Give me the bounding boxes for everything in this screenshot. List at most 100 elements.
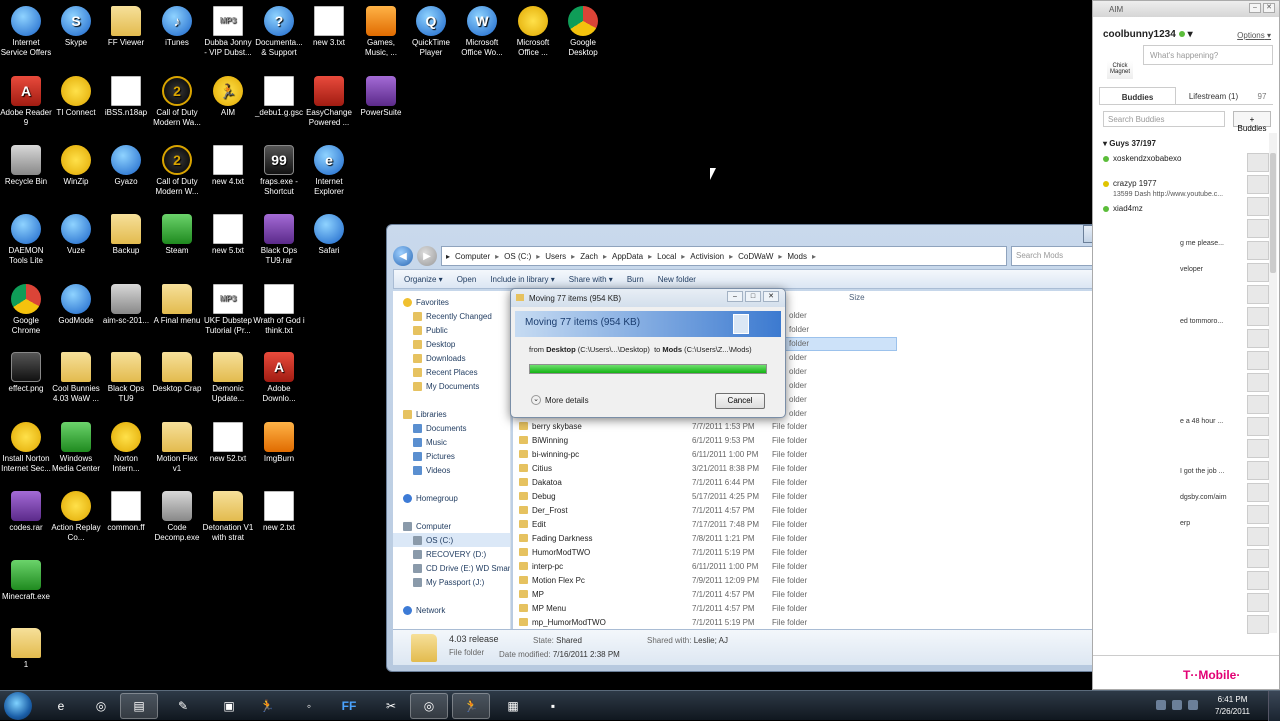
breadcrumb-item[interactable]: Local <box>657 252 676 261</box>
desktop-icon[interactable]: e Internet Explorer <box>303 145 355 197</box>
buddy-avatar-thumb[interactable] <box>1247 417 1269 436</box>
nav-drive[interactable]: OS (C:) <box>393 533 510 547</box>
file-row[interactable]: interp-pc 6/11/2011 1:00 PM File folder <box>513 559 1171 573</box>
nav-item[interactable]: Videos <box>393 463 510 477</box>
tab-lifestream[interactable]: Lifestream (1) <box>1176 87 1251 104</box>
fraps-taskbar-icon[interactable]: ▣ <box>210 693 248 719</box>
buddy-avatar-thumb[interactable] <box>1247 329 1269 348</box>
file-row[interactable]: Citius 3/21/2011 8:38 PM File folder <box>513 461 1171 475</box>
desktop-icon[interactable]: new 2.txt <box>253 491 305 533</box>
file-row[interactable]: Motion Flex Pc 7/9/2011 12:09 PM File fold… <box>513 573 1171 587</box>
desktop-icon[interactable]: new 3.txt <box>303 6 355 48</box>
status-input[interactable]: What's happening? <box>1143 45 1273 65</box>
aim-username[interactable]: coolbunny1234 ▾ <box>1103 29 1193 40</box>
file-row[interactable]: berry skybase 7/7/2011 1:53 PM File folder <box>513 419 1171 433</box>
nav-item[interactable]: Music <box>393 435 510 449</box>
ie-icon[interactable]: e <box>42 693 80 719</box>
desktop-icon[interactable]: A Final menu <box>151 284 203 326</box>
desktop-icon[interactable]: Desktop Crap <box>151 352 203 394</box>
address-bar[interactable]: ▸ Computer ▸ OS (C:) ▸ Users ▸ Zach ▸ AppData ▸ Loc… <box>441 246 1007 266</box>
desktop-icon[interactable]: new 5.txt <box>202 214 254 256</box>
desktop-icon[interactable]: Cool Bunnies 4.03 WaW ... <box>50 352 102 404</box>
safari-taskbar-icon[interactable]: ◎ <box>410 693 448 719</box>
buddy-avatar-thumb[interactable] <box>1247 197 1269 216</box>
desktop-icon[interactable]: Action Replay Co... <box>50 491 102 543</box>
nav-drive[interactable]: CD Drive (E:) WD Smar <box>393 561 510 575</box>
new-folder-button[interactable]: New folder <box>658 275 696 284</box>
aim-taskbar-icon[interactable]: 🏃 <box>248 693 286 719</box>
buddy-avatar-thumb[interactable] <box>1247 527 1269 546</box>
buddy-avatar-thumb[interactable] <box>1247 241 1269 260</box>
desktop-icon[interactable]: GodMode <box>50 284 102 326</box>
back-button[interactable]: ◀ <box>393 246 413 266</box>
more-details-toggle[interactable]: ⌄ More details <box>531 395 589 405</box>
safari-icon[interactable]: ◎ <box>82 693 120 719</box>
breadcrumb-separator-icon[interactable]: ▸ <box>603 252 607 261</box>
file-row[interactable]: HumorModTWO 7/1/2011 5:19 PM File folder <box>513 545 1171 559</box>
buddy-avatar-thumb[interactable] <box>1247 285 1269 304</box>
buddy-avatar-thumb[interactable] <box>1247 373 1269 392</box>
add-buddies-button[interactable]: + Buddies <box>1233 111 1271 133</box>
organize-button[interactable]: Organize ▾ <box>404 275 443 284</box>
app-taskbar-icon[interactable]: ◦ <box>290 693 328 719</box>
close-button[interactable]: ✕ <box>763 291 779 302</box>
breadcrumb-item[interactable]: CoDWaW <box>738 252 773 261</box>
desktop-icon[interactable]: 99 fraps.exe - Shortcut <box>253 145 305 197</box>
file-row[interactable]: BiWinning 6/1/2011 9:53 PM File folder <box>513 433 1171 447</box>
desktop-icon[interactable]: WinZip <box>50 145 102 187</box>
desktop-icon[interactable]: ImgBurn <box>253 422 305 464</box>
minimize-button[interactable]: – <box>1249 3 1261 13</box>
desktop-icon[interactable]: ♪ iTunes <box>151 6 203 48</box>
desktop-icon[interactable]: Vuze <box>50 214 102 256</box>
buddy-avatar-thumb[interactable] <box>1247 351 1269 370</box>
breadcrumb-separator-icon[interactable]: ▸ <box>681 252 685 261</box>
buddy-avatar-thumb[interactable] <box>1247 175 1269 194</box>
breadcrumb-item[interactable]: Mods <box>787 252 807 261</box>
nav-libraries[interactable]: Libraries <box>393 407 510 421</box>
buddy-list-scrollbar[interactable] <box>1269 133 1277 633</box>
desktop-icon[interactable]: S Skype <box>50 6 102 48</box>
buddy-avatar-thumb[interactable] <box>1247 571 1269 590</box>
buddy-avatar-thumb[interactable] <box>1247 483 1269 502</box>
options-menu[interactable]: Options ▾ <box>1237 31 1271 40</box>
desktop-icon[interactable]: Games, Music, ... <box>355 6 407 58</box>
nav-network[interactable]: Network <box>393 603 510 617</box>
avatar[interactable]: Chick Magnet <box>1107 49 1133 79</box>
desktop-icon[interactable]: Backup <box>100 214 152 256</box>
buddy-avatar-thumb[interactable] <box>1247 461 1269 480</box>
desktop-icon[interactable]: common.ff <box>100 491 152 533</box>
nav-item[interactable]: Documents <box>393 421 510 435</box>
desktop-icon[interactable]: Google Desktop <box>557 6 609 58</box>
breadcrumb-separator-icon[interactable]: ▸ <box>648 252 652 261</box>
breadcrumb-item[interactable]: AppData <box>612 252 643 261</box>
nav-item[interactable]: Recently Changed <box>393 309 510 323</box>
desktop-icon[interactable]: Google Chrome <box>0 284 52 336</box>
nav-favorites[interactable]: Favorites <box>393 295 510 309</box>
desktop-icon[interactable]: Motion Flex v1 <box>151 422 203 474</box>
breadcrumb-item[interactable]: OS (C:) <box>504 252 531 261</box>
desktop-icon[interactable]: Norton Intern... <box>100 422 152 474</box>
desktop-icon[interactable]: MP3 Dubba Jonny - VIP Dubst... <box>202 6 254 58</box>
desktop-icon[interactable]: _debu1.g.gsc <box>253 76 305 118</box>
desktop-icon[interactable]: PowerSuite <box>355 76 407 118</box>
buddy-avatar-thumb[interactable] <box>1247 593 1269 612</box>
desktop-icon[interactable]: Detonation V1 with strat <box>202 491 254 543</box>
buddy-item[interactable]: xoskendzxobabexo <box>1103 154 1182 163</box>
media-taskbar-icon[interactable]: ▦ <box>494 693 532 719</box>
breadcrumb-separator-icon[interactable]: ▸ <box>729 252 733 261</box>
file-row[interactable]: MP Menu 7/1/2011 4:57 PM File folder <box>513 601 1171 615</box>
desktop-icon[interactable]: Microsoft Office ... <box>507 6 559 58</box>
desktop-icon[interactable]: 1 <box>0 628 52 670</box>
nav-item[interactable]: Pictures <box>393 449 510 463</box>
breadcrumb-separator-icon[interactable]: ▸ <box>778 252 782 261</box>
desktop-icon[interactable]: DAEMON Tools Lite <box>0 214 52 266</box>
buddy-avatar-thumb[interactable] <box>1247 505 1269 524</box>
nav-drive[interactable]: My Passport (J:) <box>393 575 510 589</box>
buddy-avatar-thumb[interactable] <box>1247 395 1269 414</box>
tab-buddies[interactable]: Buddies <box>1099 87 1176 104</box>
nav-homegroup[interactable]: Homegroup <box>393 491 510 505</box>
desktop-icon[interactable]: 🏃 AIM <box>202 76 254 118</box>
desktop-icon[interactable]: Install Norton Internet Sec... <box>0 422 52 474</box>
breadcrumb-separator-icon[interactable]: ▸ <box>536 252 540 261</box>
nav-item[interactable]: Recent Places <box>393 365 510 379</box>
